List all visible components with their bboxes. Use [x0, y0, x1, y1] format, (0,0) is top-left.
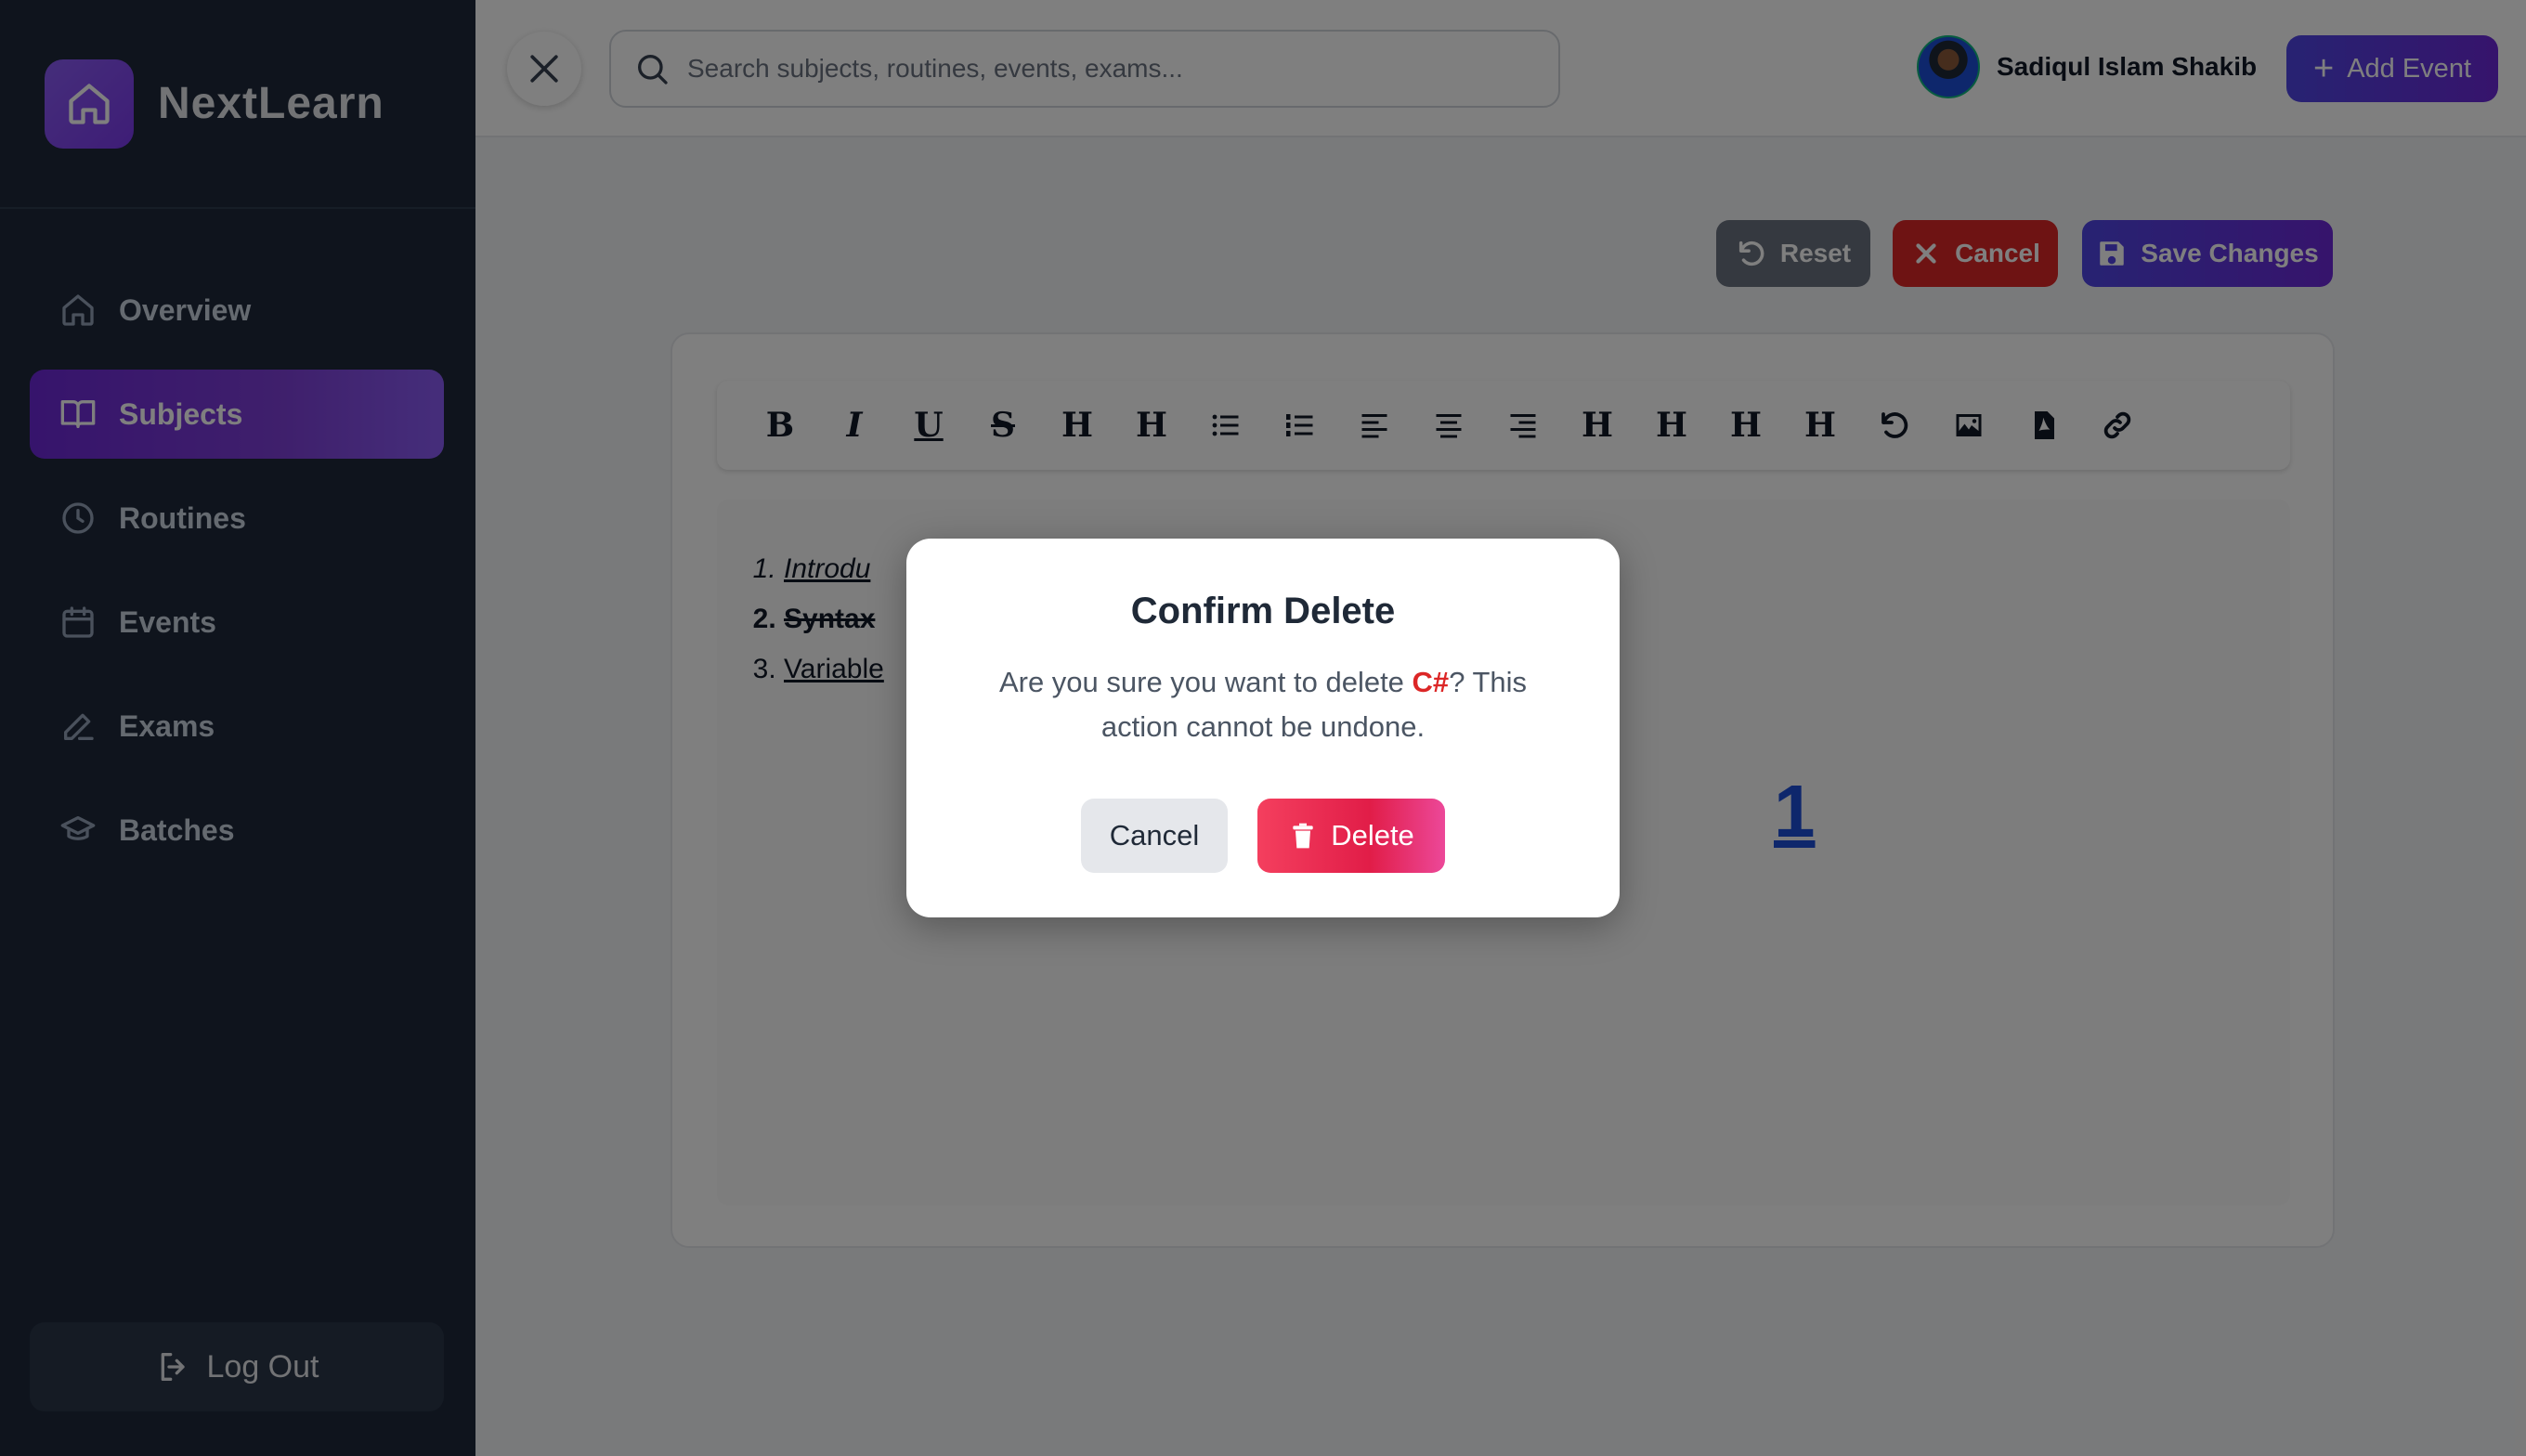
dialog-title: Confirm Delete	[1130, 591, 1396, 631]
message-prefix: Are you sure you want to delete	[998, 666, 1413, 698]
dialog-buttons: Cancel Delete	[906, 799, 1620, 873]
subject-name: C#	[1412, 666, 1450, 698]
trash-icon	[1288, 821, 1318, 851]
delete-button[interactable]: Delete	[1257, 799, 1445, 873]
delete-label: Delete	[1331, 819, 1414, 852]
confirm-delete-dialog: Confirm Delete Are you sure you want to …	[906, 539, 1620, 917]
dialog-message: Are you sure you want to delete C#? This…	[975, 660, 1551, 749]
dialog-cancel-button[interactable]: Cancel	[1081, 799, 1228, 873]
scrollbar[interactable]	[2515, 734, 2526, 1456]
